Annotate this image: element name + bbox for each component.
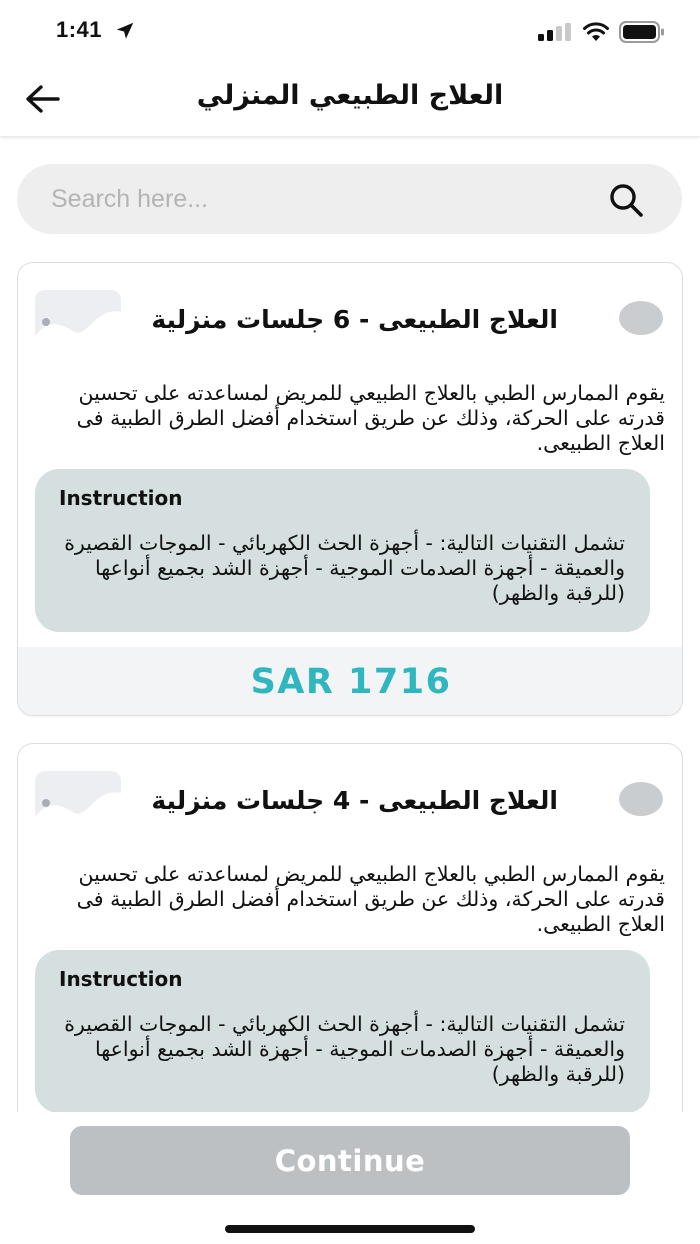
continue-button[interactable]: Continue bbox=[70, 1126, 630, 1195]
search-icon[interactable] bbox=[607, 181, 645, 219]
package-description: يقوم الممارس الطبي بالعلاج الطبيعي للمري… bbox=[76, 381, 665, 455]
package-title: العلاج الطبيعى - 6 جلسات منزلية bbox=[151, 305, 558, 334]
location-arrow-icon bbox=[116, 22, 134, 39]
package-card[interactable]: العلاج الطبيعى - 6 جلسات منزلية يقوم الم… bbox=[17, 262, 683, 716]
search-bar[interactable] bbox=[17, 164, 682, 234]
wifi-icon bbox=[583, 22, 609, 41]
package-title: العلاج الطبيعى - 4 جلسات منزلية bbox=[151, 786, 558, 815]
search-input[interactable] bbox=[51, 178, 591, 220]
price-bar: SAR 1716 bbox=[18, 647, 682, 715]
instruction-text: تشمل التقنيات التالية: - أجهزة الحث الكه… bbox=[64, 1012, 625, 1086]
instruction-title: Instruction bbox=[59, 486, 183, 510]
package-list: العلاج الطبيعى - 6 جلسات منزلية يقوم الم… bbox=[17, 262, 683, 1112]
package-card[interactable]: العلاج الطبيعى - 4 جلسات منزلية يقوم الم… bbox=[17, 743, 683, 1112]
battery-icon bbox=[619, 21, 664, 43]
package-radio[interactable] bbox=[619, 782, 663, 816]
package-description: يقوم الممارس الطبي بالعلاج الطبيعي للمري… bbox=[76, 862, 665, 936]
instruction-text: تشمل التقنيات التالية: - أجهزة الحث الكه… bbox=[64, 531, 625, 605]
instruction-box: Instruction تشمل التقنيات التالية: - أجه… bbox=[35, 469, 650, 632]
instruction-box: Instruction تشمل التقنيات التالية: - أجه… bbox=[35, 950, 650, 1112]
instruction-title: Instruction bbox=[59, 967, 183, 991]
footer: Continue bbox=[0, 1112, 700, 1244]
package-thumbnail bbox=[35, 771, 121, 841]
home-indicator bbox=[225, 1225, 475, 1233]
package-price: SAR 1716 bbox=[250, 662, 452, 702]
package-radio[interactable] bbox=[619, 301, 663, 335]
app-header: العلاج الطبيعي المنزلي bbox=[0, 62, 700, 136]
signal-icon bbox=[538, 23, 571, 41]
image-placeholder-icon bbox=[35, 771, 121, 841]
page-title: العلاج الطبيعي المنزلي bbox=[196, 80, 504, 111]
status-bar: 1:41 bbox=[0, 0, 700, 62]
package-thumbnail bbox=[35, 290, 121, 360]
status-time: 1:41 bbox=[56, 17, 103, 42]
image-placeholder-icon bbox=[35, 290, 121, 360]
